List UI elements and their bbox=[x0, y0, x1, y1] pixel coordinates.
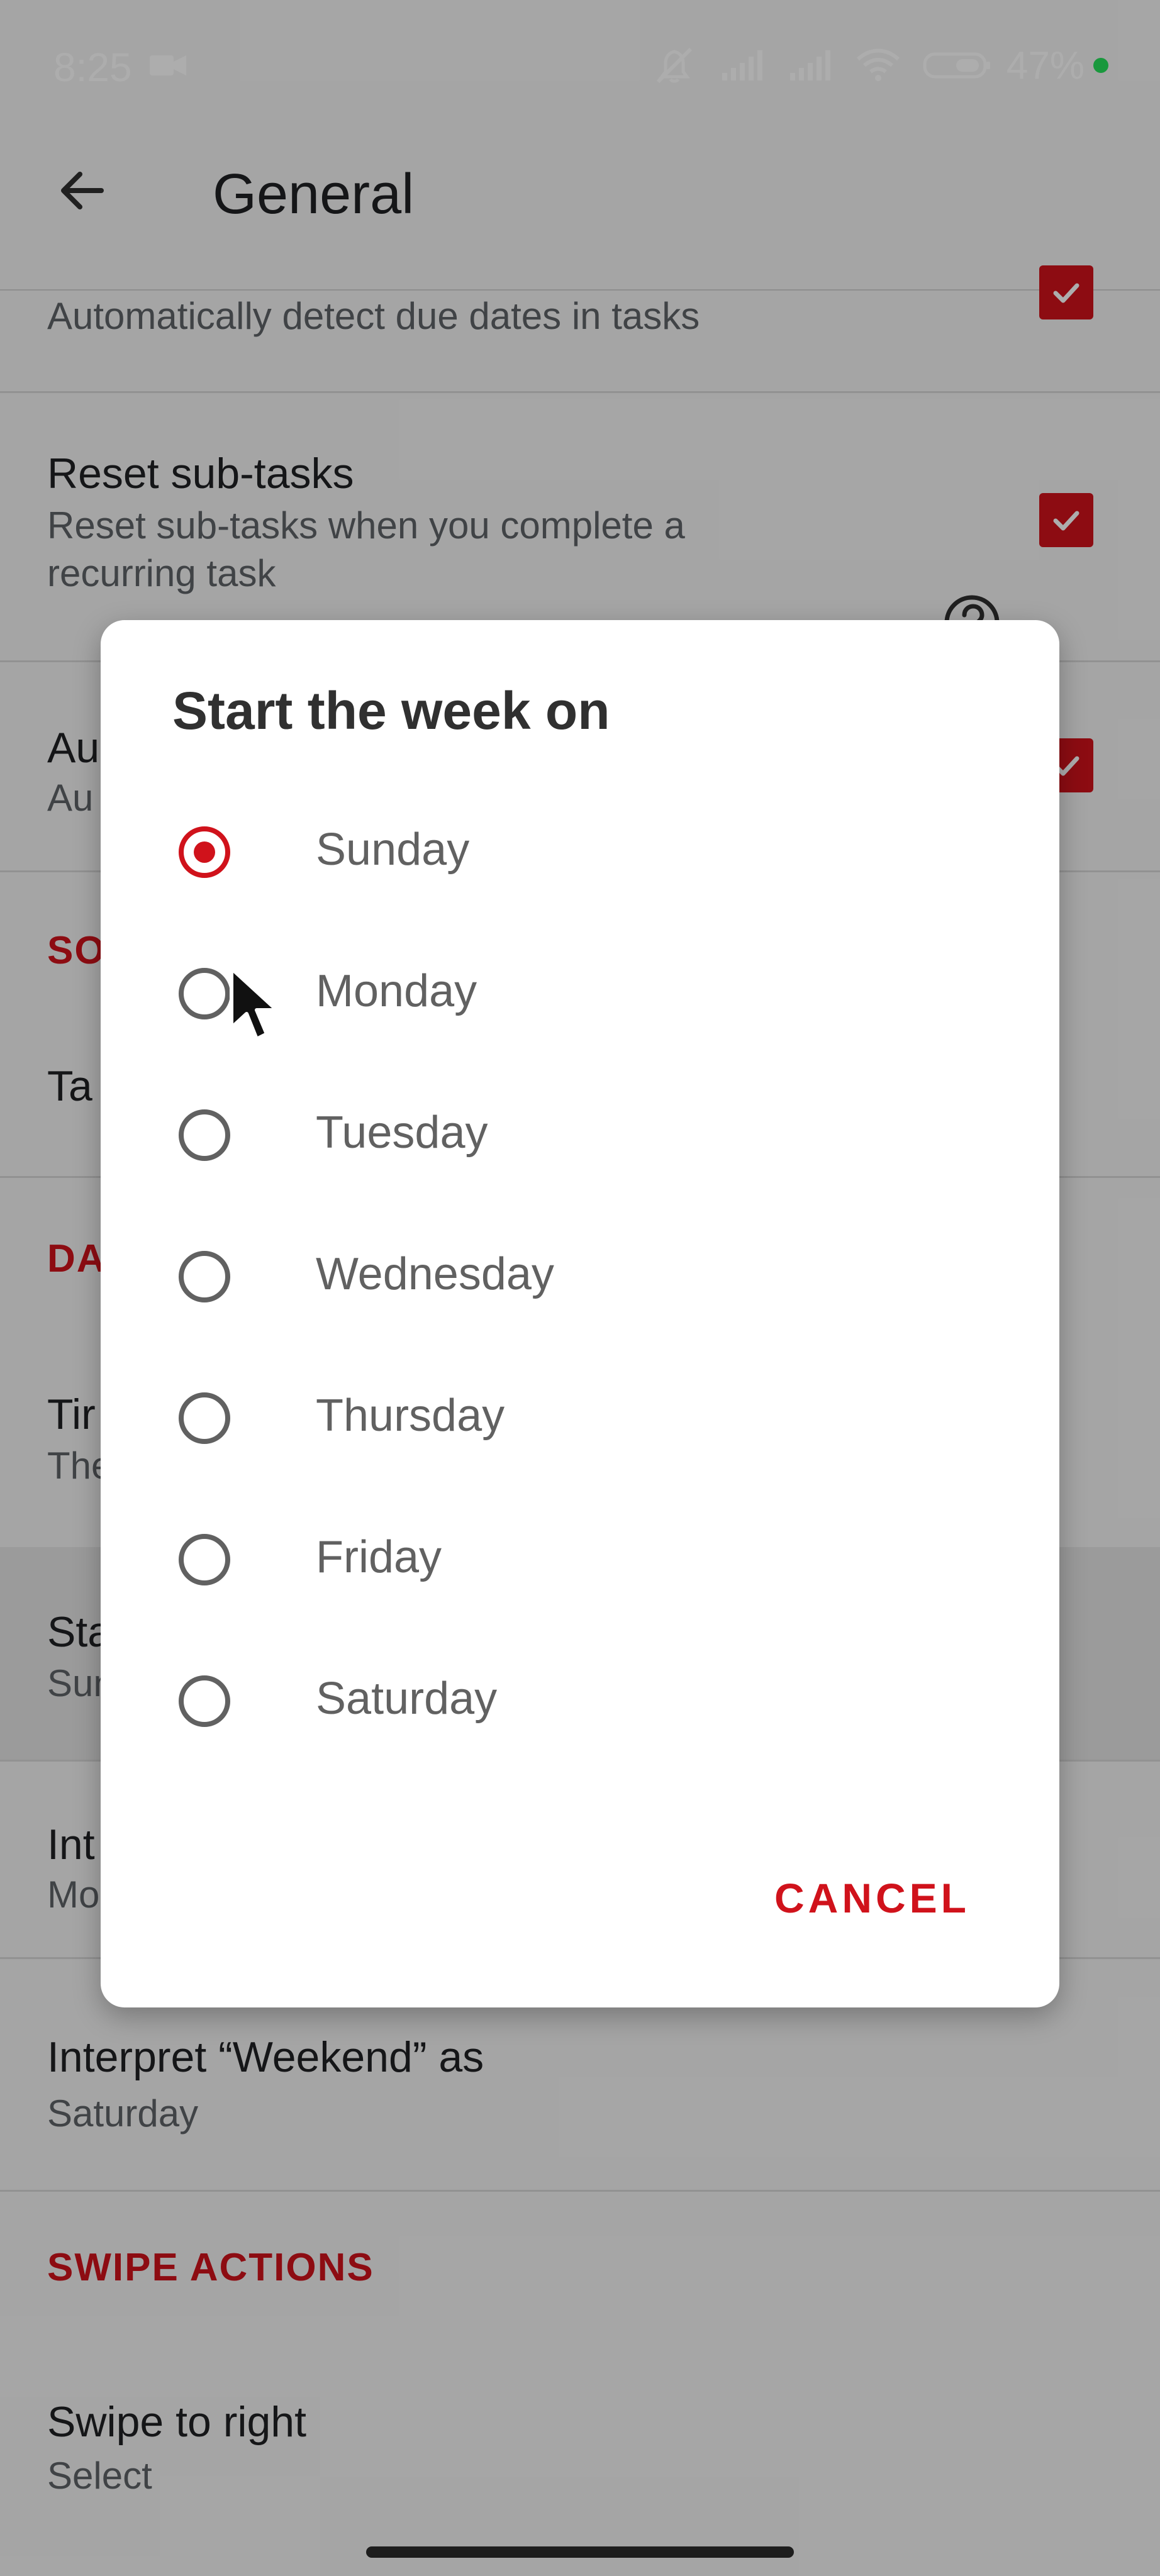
radio-label: Wednesday bbox=[316, 1249, 554, 1299]
radio-option-wednesday[interactable]: Wednesday bbox=[101, 1209, 1059, 1351]
start-week-dialog: Start the week on Sunday Monday Tuesday … bbox=[101, 620, 1059, 2007]
home-indicator bbox=[366, 2546, 794, 2558]
radio-label: Sunday bbox=[316, 824, 470, 875]
radio-label: Monday bbox=[316, 966, 477, 1016]
radio-button[interactable] bbox=[179, 1534, 230, 1585]
radio-option-friday[interactable]: Friday bbox=[101, 1492, 1059, 1634]
radio-button[interactable] bbox=[179, 1675, 230, 1727]
radio-button[interactable] bbox=[179, 826, 230, 878]
radio-option-tuesday[interactable]: Tuesday bbox=[101, 1068, 1059, 1209]
radio-label: Tuesday bbox=[316, 1108, 488, 1158]
radio-button[interactable] bbox=[179, 1251, 230, 1302]
radio-button[interactable] bbox=[179, 1392, 230, 1444]
radio-option-thursday[interactable]: Thursday bbox=[101, 1351, 1059, 1492]
radio-option-saturday[interactable]: Saturday bbox=[101, 1634, 1059, 1775]
radio-label: Thursday bbox=[316, 1391, 505, 1441]
cancel-button[interactable]: CANCEL bbox=[774, 1874, 970, 1922]
dialog-title: Start the week on bbox=[172, 681, 610, 740]
radio-label: Saturday bbox=[316, 1674, 498, 1724]
radio-option-sunday[interactable]: Sunday bbox=[101, 785, 1059, 926]
mouse-pointer-icon bbox=[230, 967, 279, 1041]
radio-option-list: Sunday Monday Tuesday Wednesday Thursday… bbox=[101, 785, 1059, 1775]
radio-button[interactable] bbox=[179, 1109, 230, 1161]
radio-label: Friday bbox=[316, 1532, 442, 1582]
radio-button[interactable] bbox=[179, 968, 230, 1019]
